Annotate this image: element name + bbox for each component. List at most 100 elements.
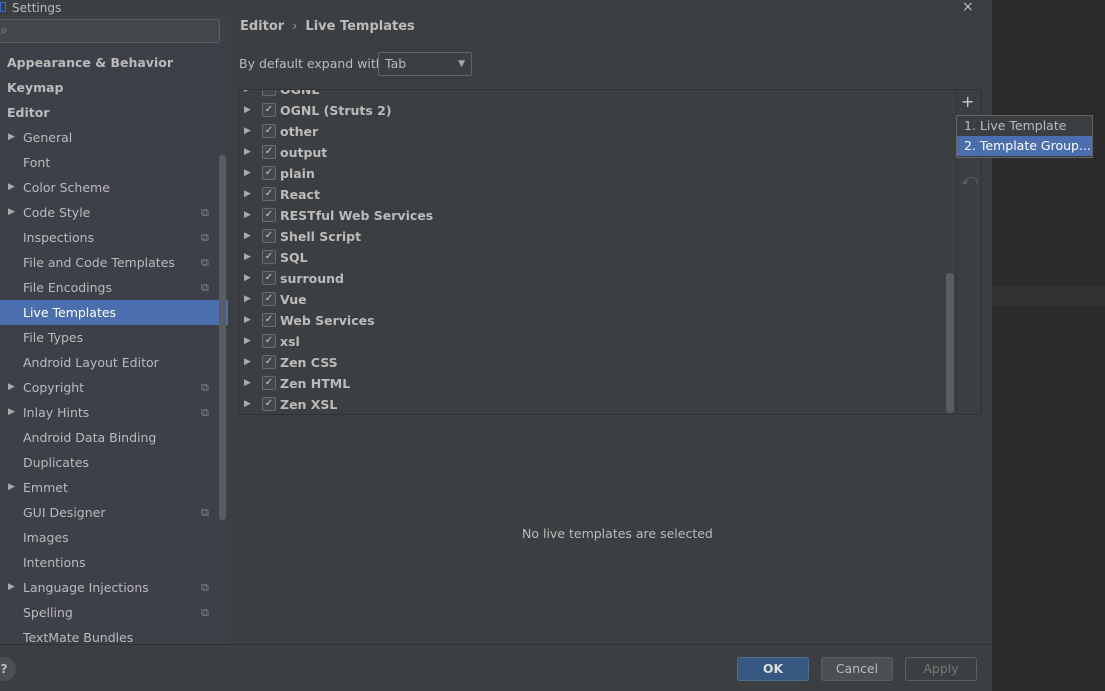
expand-arrow-icon[interactable]: ▶ [8, 575, 15, 600]
group-checkbox[interactable]: ✓ [262, 292, 276, 306]
sidebar-item[interactable]: Android Data Binding [0, 425, 228, 450]
group-checkbox[interactable]: ✓ [262, 271, 276, 285]
sidebar-item-label: Color Scheme [23, 180, 110, 195]
revert-icon[interactable]: ⤺ [961, 170, 978, 190]
add-icon[interactable]: + [961, 92, 974, 111]
help-button[interactable]: ? [0, 657, 16, 681]
project-scope-icon: ⧉ [201, 506, 209, 519]
expand-arrow-icon[interactable]: ▶ [244, 310, 251, 331]
apply-button[interactable]: Apply [905, 657, 977, 681]
sidebar-item[interactable]: ▶ Copyright ⧉ [0, 375, 228, 400]
expand-arrow-icon[interactable]: ▶ [244, 142, 251, 163]
breadcrumb-parent[interactable]: Editor [240, 19, 284, 34]
group-checkbox[interactable]: ✓ [262, 355, 276, 369]
sidebar-item-label: Language Injections [23, 580, 149, 595]
group-checkbox[interactable]: ✓ [262, 166, 276, 180]
sidebar-item[interactable]: ▶ Language Injections ⧉ [0, 575, 228, 600]
group-label: React [280, 187, 320, 202]
expand-arrow-icon[interactable]: ▶ [244, 394, 251, 414]
sidebar-item[interactable]: Live Templates [0, 300, 228, 325]
sidebar-item-label: Keymap [7, 80, 64, 95]
expand-arrow-icon[interactable]: ▶ [244, 268, 251, 289]
menu-item-template-group[interactable]: 2. Template Group... [957, 136, 1092, 156]
sidebar-item[interactable]: Font [0, 150, 228, 175]
ok-button[interactable]: OK [737, 657, 809, 681]
sidebar-item[interactable]: ▶ General [0, 125, 228, 150]
group-label: surround [280, 271, 345, 286]
sidebar-item-label: Inspections [23, 230, 95, 245]
sidebar-item[interactable]: ▶ Emmet [0, 475, 228, 500]
group-label: other [280, 124, 319, 139]
expand-arrow-icon[interactable]: ▶ [244, 163, 251, 184]
sidebar-item[interactable]: Editor [0, 100, 228, 125]
sidebar-item[interactable]: File Types [0, 325, 228, 350]
group-checkbox[interactable]: ✓ [262, 376, 276, 390]
sidebar-item-label: Intentions [23, 555, 86, 570]
expand-arrow-icon[interactable]: ▶ [244, 331, 251, 352]
sidebar-item[interactable]: Keymap [0, 75, 228, 100]
group-label: xsl [280, 334, 300, 349]
group-label: output [280, 145, 328, 160]
add-popup-menu: 1. Live Template 2. Template Group... [956, 115, 1093, 158]
expand-arrow-icon[interactable]: ▶ [244, 247, 251, 268]
sidebar-item[interactable]: Spelling ⧉ [0, 600, 228, 625]
expand-select[interactable]: Tab ▼ [378, 52, 472, 76]
menu-item-live-template[interactable]: 1. Live Template [957, 116, 1092, 136]
expand-arrow-icon[interactable]: ▶ [8, 375, 15, 400]
group-checkbox[interactable]: ✓ [262, 334, 276, 348]
expand-arrow-icon[interactable]: ▶ [244, 226, 251, 247]
group-checkbox[interactable]: ✓ [262, 124, 276, 138]
sidebar-item[interactable]: ▶ Code Style ⧉ [0, 200, 228, 225]
expand-arrow-icon[interactable]: ▶ [244, 121, 251, 142]
group-checkbox[interactable]: ✓ [262, 229, 276, 243]
expand-arrow-icon[interactable]: ▶ [244, 352, 251, 373]
expand-arrow-icon[interactable]: ▶ [8, 125, 15, 150]
sidebar-item[interactable]: Android Layout Editor [0, 350, 228, 375]
expand-arrow-icon[interactable]: ▶ [8, 475, 15, 500]
footer: ? OK Cancel Apply [0, 644, 992, 691]
expand-arrow-icon[interactable]: ▶ [244, 289, 251, 310]
group-checkbox[interactable]: ✓ [262, 397, 276, 411]
sidebar-item[interactable]: ▶ Inlay Hints ⧉ [0, 400, 228, 425]
expand-arrow-icon[interactable]: ▶ [244, 100, 251, 121]
group-label: OGNL (Struts 2) [280, 103, 392, 118]
expand-arrow-icon[interactable]: ▶ [244, 205, 251, 226]
expand-arrow-icon[interactable]: ▶ [244, 373, 251, 394]
sidebar-item-label: Spelling [23, 605, 73, 620]
sidebar-item[interactable]: Duplicates [0, 450, 228, 475]
group-checkbox[interactable]: ✓ [262, 187, 276, 201]
group-checkbox[interactable]: ✓ [262, 208, 276, 222]
sidebar-item-label: Emmet [23, 480, 68, 495]
window-title: Settings [12, 1, 62, 15]
close-icon[interactable]: × [962, 0, 974, 14]
sidebar-item[interactable]: Intentions [0, 550, 228, 575]
group-label: SQL [280, 250, 308, 265]
expand-arrow-icon[interactable]: ▶ [8, 200, 15, 225]
expand-arrow-icon[interactable]: ▶ [8, 400, 15, 425]
sidebar-item[interactable]: ▶ Color Scheme [0, 175, 228, 200]
project-scope-icon: ⧉ [201, 206, 209, 219]
search-input[interactable]: ⌕ [0, 19, 220, 43]
group-checkbox[interactable]: ✓ [262, 145, 276, 159]
expand-arrow-icon[interactable]: ▶ [8, 175, 15, 200]
expand-arrow-icon[interactable]: ▶ [244, 184, 251, 205]
group-label: Shell Script [280, 229, 362, 244]
group-checkbox[interactable]: ✓ [262, 250, 276, 264]
cancel-button[interactable]: Cancel [821, 657, 893, 681]
group-label: RESTful Web Services [280, 208, 434, 223]
group-checkbox[interactable]: ✓ [262, 313, 276, 327]
group-checkbox[interactable]: ✓ [262, 90, 276, 96]
sidebar-item-label: File Types [23, 330, 84, 345]
tree-scrollbar[interactable] [946, 273, 954, 413]
group-checkbox[interactable]: ✓ [262, 103, 276, 117]
sidebar-item[interactable]: GUI Designer ⧉ [0, 500, 228, 525]
sidebar-item[interactable]: Appearance & Behavior [0, 50, 228, 75]
sidebar-item[interactable]: File and Code Templates ⧉ [0, 250, 228, 275]
sidebar-scrollbar[interactable] [219, 155, 226, 520]
sidebar-item-label: Android Data Binding [23, 430, 157, 445]
sidebar-item[interactable]: File Encodings ⧉ [0, 275, 228, 300]
sidebar-item-label: Copyright [23, 380, 85, 395]
sidebar-item[interactable]: Inspections ⧉ [0, 225, 228, 250]
sidebar-item[interactable]: Images [0, 525, 228, 550]
expand-arrow-icon[interactable]: ▶ [244, 90, 251, 100]
